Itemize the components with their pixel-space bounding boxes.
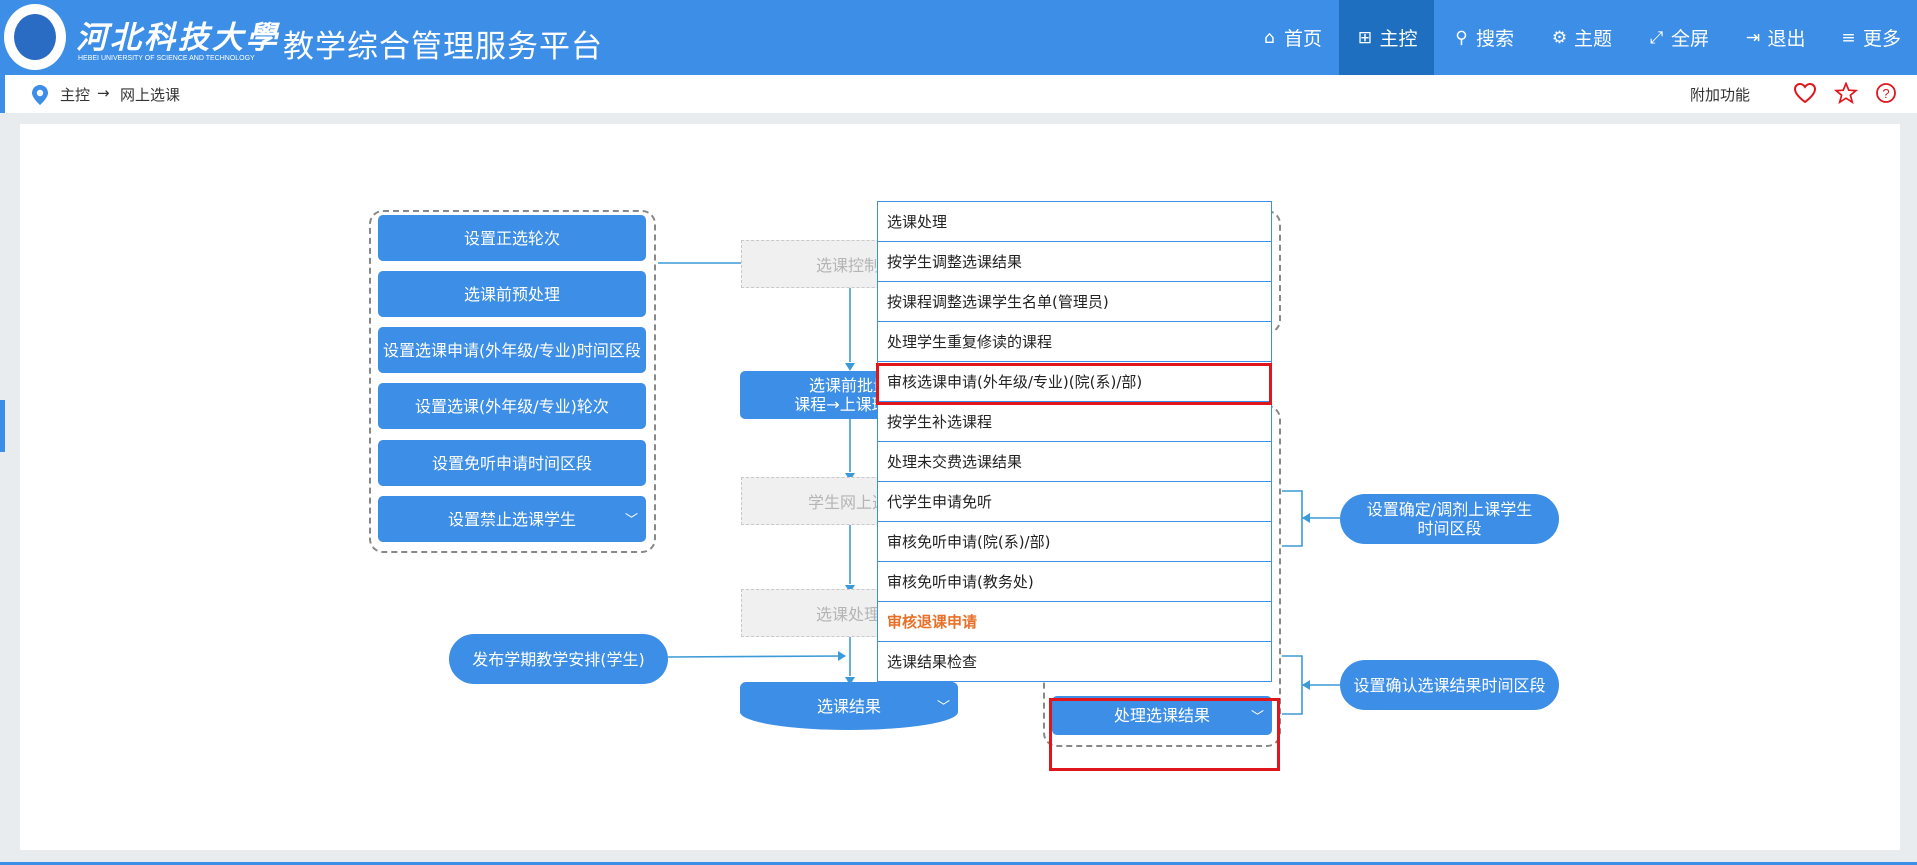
preprocess-button[interactable]: 选课前预处理	[378, 271, 646, 317]
publish-schedule-button[interactable]: 发布学期教学安排(学生)	[449, 634, 668, 684]
menu-item-adjust-by-student[interactable]: 按学生调整选课结果	[877, 241, 1272, 282]
menu-item-apply-exemption[interactable]: 代学生申请免听	[877, 481, 1272, 522]
menu-item-duplicate-courses[interactable]: 处理学生重复修读的课程	[877, 321, 1272, 362]
menu-item-review-exemption-dept[interactable]: 审核免听申请(院(系)/部)	[877, 521, 1272, 562]
set-adjust-period-line2: 时间区段	[1417, 519, 1482, 538]
course-result-button[interactable]: 选课结果 ﹀	[740, 682, 958, 730]
set-exemption-period-button[interactable]: 设置免听申请时间区段	[378, 440, 646, 486]
chevron-down-icon: ﹀	[624, 513, 638, 528]
course-result-label: 选课结果	[816, 696, 881, 716]
set-banned-students-button[interactable]: 设置禁止选课学生 ﹀	[378, 496, 646, 542]
menu-item-result-check[interactable]: 选课结果检查	[877, 641, 1272, 682]
set-main-round-button[interactable]: 设置正选轮次	[378, 215, 646, 261]
set-adjust-period-button[interactable]: 设置确定/调剂上课学生 时间区段	[1340, 494, 1559, 544]
menu-item-unpaid-results[interactable]: 处理未交费选课结果	[877, 441, 1272, 482]
set-banned-students-label: 设置禁止选课学生	[447, 509, 576, 529]
highlight-box-process-result	[1049, 698, 1280, 771]
menu-item-course-processing[interactable]: 选课处理	[877, 201, 1272, 242]
chevron-down-icon: ﹀	[936, 700, 950, 715]
set-confirm-period-button[interactable]: 设置确认选课结果时间区段	[1340, 660, 1559, 710]
set-apply-period-button[interactable]: 设置选课申请(外年级/专业)时间区段	[378, 327, 646, 373]
set-adjust-period-line1: 设置确定/调剂上课学生	[1366, 500, 1533, 519]
menu-item-supplementary-select[interactable]: 按学生补选课程	[877, 401, 1272, 442]
menu-item-review-exemption-office[interactable]: 审核免听申请(教务处)	[877, 561, 1272, 602]
set-cross-round-button[interactable]: 设置选课(外年级/专业)轮次	[378, 383, 646, 429]
course-processing-dropdown: 选课处理 按学生调整选课结果 按课程调整选课学生名单(管理员) 处理学生重复修读…	[877, 201, 1272, 682]
highlight-box-review-cross-apply	[876, 363, 1272, 405]
menu-item-adjust-by-course[interactable]: 按课程调整选课学生名单(管理员)	[877, 281, 1272, 322]
menu-item-review-withdrawal[interactable]: 审核退课申请	[877, 601, 1272, 642]
